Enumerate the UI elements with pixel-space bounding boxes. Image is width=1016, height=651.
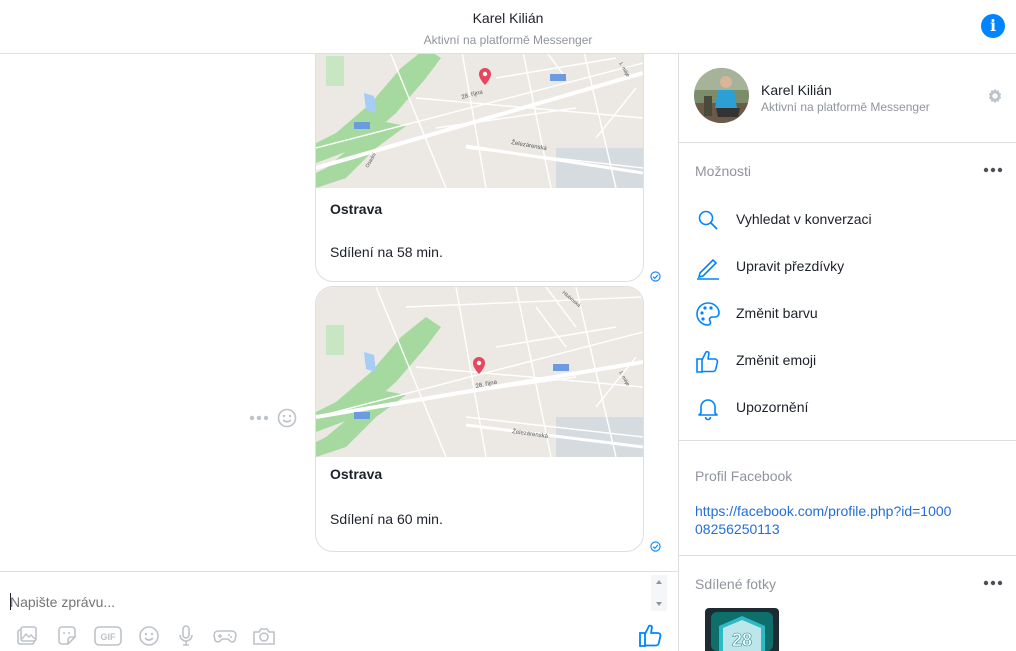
option-label: Upravit přezdívky <box>736 258 845 274</box>
facebook-profile-link[interactable]: https://facebook.com/profile.php?id=1000… <box>695 502 955 538</box>
shared-photo-thumbnail[interactable]: 28 <box>705 608 779 651</box>
like-button[interactable] <box>638 622 664 648</box>
info-icon[interactable]: i <box>981 14 1005 38</box>
contact-status: Aktivní na platformě Messenger <box>423 33 593 47</box>
option-change-color[interactable]: Změnit barvu <box>695 299 995 329</box>
options-more-icon[interactable] <box>983 167 1003 173</box>
shared-photos-title: Sdílené fotky <box>695 576 776 592</box>
photos-more-icon[interactable] <box>983 580 1003 586</box>
location-name: Ostrava <box>330 466 383 482</box>
option-label: Vyhledat v konverzaci <box>736 211 872 227</box>
bell-icon <box>698 399 718 421</box>
map-image[interactable]: 28. října Železárenská Osadní 1. máje <box>316 54 643 188</box>
camera-icon[interactable] <box>251 624 277 648</box>
svg-text:28: 28 <box>732 630 752 650</box>
location-message[interactable]: 28. října Železárenská Osadní 1. máje Os… <box>315 54 644 282</box>
location-message[interactable]: 28. října Železárenská Hlubinská 1. máje… <box>315 286 644 552</box>
option-label: Změnit barvu <box>736 305 818 321</box>
image-icon[interactable] <box>15 624 39 648</box>
seen-check-icon <box>650 271 661 282</box>
game-controller-icon[interactable] <box>212 624 238 648</box>
map-image[interactable]: 28. října Železárenská Hlubinská 1. máje <box>316 287 643 457</box>
facebook-profile-title: Profil Facebook <box>695 468 793 484</box>
palette-icon <box>696 302 720 326</box>
sharing-duration: Sdílení na 58 min. <box>330 244 443 260</box>
option-search-conversation[interactable]: Vyhledat v konverzaci <box>695 205 995 235</box>
profile-status: Aktivní na platformě Messenger <box>761 100 930 114</box>
svg-text:GIF: GIF <box>101 632 117 642</box>
message-input[interactable] <box>10 592 640 612</box>
location-name: Ostrava <box>330 201 383 217</box>
reaction-emoji-icon[interactable] <box>277 408 297 428</box>
input-scrollbar[interactable] <box>651 575 667 611</box>
gear-icon[interactable] <box>986 87 1004 105</box>
option-edit-nicknames[interactable]: Upravit přezdívky <box>695 252 995 282</box>
profile-header: Karel Kilián Aktivní na platformě Messen… <box>679 54 1016 143</box>
conversation-details-panel: Karel Kilián Aktivní na platformě Messen… <box>679 54 1016 651</box>
composer: GIF <box>0 571 678 651</box>
seen-check-icon <box>650 541 661 552</box>
option-notifications[interactable]: Upozornění <box>695 393 995 423</box>
section-divider <box>679 440 1016 441</box>
option-label: Změnit emoji <box>736 352 817 368</box>
section-divider <box>679 555 1016 556</box>
conversation-header: Karel Kilián Aktivní na platformě Messen… <box>0 0 1016 54</box>
sticker-icon[interactable] <box>55 624 79 648</box>
gif-icon[interactable]: GIF <box>93 624 123 648</box>
profile-name: Karel Kilián <box>761 82 832 98</box>
more-options-icon[interactable] <box>248 414 270 422</box>
option-change-emoji[interactable]: Změnit emoji <box>695 346 995 376</box>
thumbs-up-icon <box>696 350 719 373</box>
option-label: Upozornění <box>736 399 809 415</box>
emoji-icon[interactable] <box>137 624 161 648</box>
pencil-icon <box>697 258 719 280</box>
options-title: Možnosti <box>695 163 752 179</box>
search-icon <box>698 210 718 230</box>
microphone-icon[interactable] <box>174 624 198 648</box>
sharing-duration: Sdílení na 60 min. <box>330 511 443 527</box>
message-list[interactable]: 28. října Železárenská Osadní 1. máje Os… <box>0 54 678 571</box>
avatar[interactable] <box>694 68 749 123</box>
contact-name[interactable]: Karel Kilián <box>0 10 1016 26</box>
